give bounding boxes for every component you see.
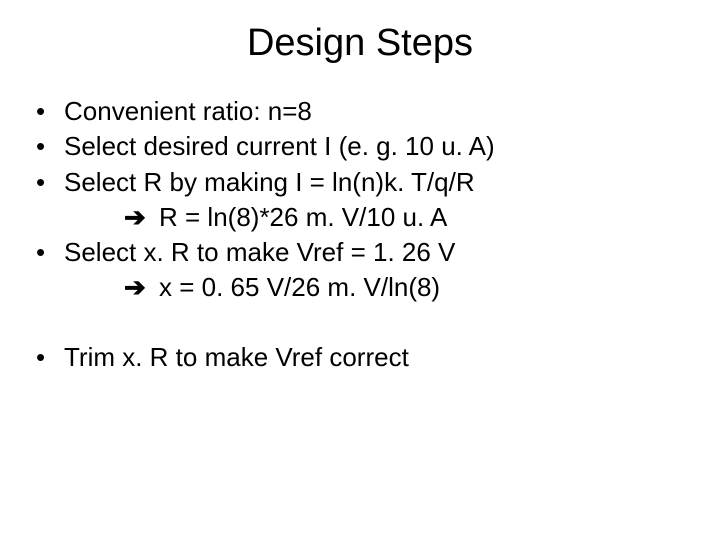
spacer bbox=[34, 307, 680, 341]
bullet-text: Trim x. R to make Vref correct bbox=[64, 341, 680, 374]
bullet-dot: • bbox=[34, 341, 64, 374]
slide: Design Steps • Convenient ratio: n=8 • S… bbox=[0, 0, 720, 540]
bullet-text: Convenient ratio: n=8 bbox=[64, 95, 680, 128]
subline-text: R = ln(8)*26 m. V/10 u. A bbox=[152, 202, 448, 232]
slide-body: • Convenient ratio: n=8 • Select desired… bbox=[0, 95, 720, 374]
bullet-subline: ➔ x = 0. 65 V/26 m. V/ln(8) bbox=[34, 271, 680, 304]
bullet-item: • Select desired current I (e. g. 10 u. … bbox=[34, 130, 680, 163]
bullet-item: • Trim x. R to make Vref correct bbox=[34, 341, 680, 374]
bullet-item: • Select R by making I = ln(n)k. T/q/R bbox=[34, 166, 680, 199]
bullet-subline: ➔ R = ln(8)*26 m. V/10 u. A bbox=[34, 201, 680, 234]
bullet-item: • Convenient ratio: n=8 bbox=[34, 95, 680, 128]
bullet-text: Select desired current I (e. g. 10 u. A) bbox=[64, 130, 680, 163]
bullet-dot: • bbox=[34, 166, 64, 199]
arrow-icon: ➔ bbox=[124, 202, 152, 232]
arrow-icon: ➔ bbox=[124, 272, 152, 302]
bullet-dot: • bbox=[34, 95, 64, 128]
bullet-dot: • bbox=[34, 130, 64, 163]
bullet-item: • Select x. R to make Vref = 1. 26 V bbox=[34, 236, 680, 269]
bullet-dot: • bbox=[34, 236, 64, 269]
slide-title: Design Steps bbox=[0, 0, 720, 95]
bullet-text: Select x. R to make Vref = 1. 26 V bbox=[64, 236, 680, 269]
bullet-text: Select R by making I = ln(n)k. T/q/R bbox=[64, 166, 680, 199]
subline-text: x = 0. 65 V/26 m. V/ln(8) bbox=[152, 272, 440, 302]
